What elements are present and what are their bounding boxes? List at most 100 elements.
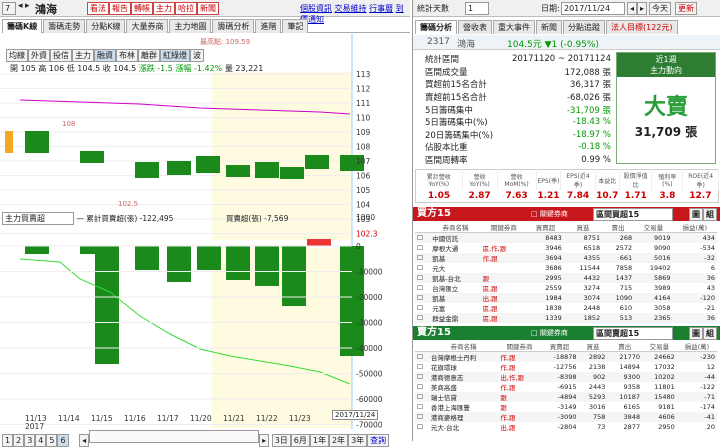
tab-events[interactable]: 重大事件 bbox=[493, 20, 535, 34]
sell-group-button[interactable]: 組 bbox=[703, 327, 717, 340]
broker-row[interactable]: ☐ 元大-台北 出,跟 -2804 73 2877 2950 20 bbox=[415, 422, 717, 432]
vol-bar bbox=[95, 246, 119, 364]
x-cursor-label: 2017/11/24 bbox=[332, 410, 379, 420]
x-tick: 11/17 bbox=[157, 414, 179, 423]
broker-row[interactable]: ☐ 港商德意志 出,作,跟 -8398 902 9300 10202 -44 bbox=[415, 372, 717, 382]
tab-branch-track[interactable]: 分點追蹤 bbox=[563, 20, 605, 34]
right-topbar: 統計天數 1 日期: 2017/11/24 ◂ ▸ 今天 更新 bbox=[413, 0, 720, 17]
row-checkbox[interactable]: ☐ bbox=[415, 313, 431, 323]
broker-row[interactable]: ☐ 凱基-台北跟 2995 4432 1437 5869 36 bbox=[415, 273, 717, 283]
legend-cumulative: — 累計買賣超(張) -122,495 bbox=[76, 214, 174, 223]
broker-row[interactable]: ☐ 凱基 出,跟 1984 3074 1090 4164 -120 bbox=[415, 293, 717, 303]
broker-row[interactable]: ☐ 香港上海匯豐跟 -3149 3016 6165 9181 -174 bbox=[415, 402, 717, 412]
row-checkbox[interactable]: ☐ bbox=[415, 412, 429, 422]
row-checkbox[interactable]: ☐ bbox=[415, 382, 429, 392]
broker-row[interactable]: ☐ 中國信託 8483 8751 268 9019 434 bbox=[415, 232, 717, 243]
nav-next-icon[interactable]: ▸ bbox=[25, 1, 30, 11]
tab-news[interactable]: 新聞 bbox=[536, 20, 562, 34]
stock-code-input[interactable]: 7 bbox=[2, 2, 16, 15]
date-input[interactable]: 2017/11/24 bbox=[561, 2, 625, 15]
main-force-button[interactable]: 主力 bbox=[153, 2, 175, 15]
high-price-mark: 108 bbox=[62, 120, 75, 128]
nav-prev-icon[interactable]: ◂ bbox=[18, 1, 23, 11]
candle bbox=[280, 167, 304, 179]
vol-bar bbox=[167, 246, 191, 282]
row-checkbox[interactable]: ☐ bbox=[415, 422, 429, 432]
stats-table: 統計區間 20171120 ~ 20171124 區間成交量 172,088 張買超前… bbox=[423, 53, 613, 166]
scrollbar[interactable] bbox=[89, 430, 260, 443]
trade-link[interactable]: 交易維持 bbox=[335, 4, 367, 13]
stat-row: 5日籌碼集中 -31,709 張 bbox=[423, 103, 613, 116]
tab-chip-trend[interactable]: 籌碼走勢 bbox=[43, 19, 86, 33]
broker-row[interactable]: ☐ 花旗環球 作,跟 -12756 2138 14894 17032 12 bbox=[415, 362, 717, 372]
report-button[interactable]: 報告 bbox=[109, 2, 131, 15]
broker-row[interactable]: ☐ 元富 區,跟 1838 2448 610 3058 -21 bbox=[415, 303, 717, 313]
broker-row[interactable]: ☐ 凱基 作,跟 3694 4355 661 5016 -32 bbox=[415, 253, 717, 263]
sell-chart-button[interactable]: 圖 bbox=[689, 327, 703, 340]
tab-big-broker[interactable]: 大量券商 bbox=[126, 19, 169, 33]
row-checkbox[interactable]: ☐ bbox=[415, 303, 430, 313]
vol-bar bbox=[255, 246, 279, 286]
tab-chip[interactable]: 籌碼分析 bbox=[415, 20, 457, 34]
sell-table: 券商名稱 關鍵券商 買賣超 買進 賣出 交易量 損益(萬) ☐ 台灣摩根士丹利 作,跟 -18878… bbox=[415, 341, 717, 432]
summary-mode: 主力動向 bbox=[650, 66, 682, 75]
vol-tick: -50000 bbox=[356, 370, 383, 379]
news-button[interactable]: 新聞 bbox=[197, 2, 219, 15]
tab-target[interactable]: 法人目標(122元) bbox=[606, 20, 678, 34]
refresh-button[interactable]: 更新 bbox=[675, 2, 697, 15]
tab-notes[interactable]: 筆記 bbox=[282, 19, 309, 33]
buy-select[interactable]: 區間買超15 bbox=[593, 208, 673, 221]
prev-date-icon[interactable]: ◂ bbox=[627, 2, 638, 15]
transfer-button[interactable]: 轉帳 bbox=[131, 2, 153, 15]
row-checkbox[interactable]: ☐ bbox=[415, 283, 430, 293]
row-checkbox[interactable]: ☐ bbox=[415, 243, 430, 253]
buy-header: 買方15 □ 關鍵券商 區間買超15 圖 組 bbox=[413, 207, 720, 221]
main-chart: 最高點: 109.59 108 102.5 113 112 111 110 109 108… bbox=[0, 34, 383, 430]
tab-main-map[interactable]: 主力地圖 bbox=[169, 19, 212, 33]
row-checkbox[interactable]: ☐ bbox=[415, 362, 429, 372]
chat-button[interactable]: 哈拉 bbox=[175, 2, 197, 15]
buy-group-button[interactable]: 組 bbox=[703, 208, 717, 221]
next-date-icon[interactable]: ▸ bbox=[637, 2, 648, 15]
broker-row[interactable]: ☐ 港商麥格理 作,跟 -3090 758 3848 4606 -41 bbox=[415, 412, 717, 422]
today-button[interactable]: 今天 bbox=[649, 2, 671, 15]
broker-row[interactable]: ☐ 瑞士信貸跟 -4894 5293 10187 15480 -71 bbox=[415, 392, 717, 402]
row-checkbox[interactable]: ☐ bbox=[415, 263, 430, 273]
buy-filter[interactable]: □ 關鍵券商 bbox=[531, 207, 568, 221]
broker-row[interactable]: ☐ 台灣摩根士丹利 作,跟 -18878 2892 21770 24662 -230 bbox=[415, 351, 717, 362]
stock-info-link[interactable]: 個股資訊 bbox=[300, 4, 332, 13]
candle bbox=[196, 156, 220, 173]
row-checkbox[interactable]: ☐ bbox=[415, 232, 431, 243]
broker-row[interactable]: ☐ 群益金鼎 區,跟 1339 1852 513 2365 36 bbox=[415, 313, 717, 323]
calendar-link[interactable]: 行事曆 bbox=[369, 4, 393, 13]
broker-row[interactable]: ☐ 元大 3686 11544 7858 19402 6 bbox=[415, 263, 717, 273]
price-tick: 105 bbox=[356, 186, 371, 195]
view-button[interactable]: 看法 bbox=[87, 2, 109, 15]
price-tick: 108 bbox=[356, 143, 371, 152]
tab-revenue[interactable]: 營收表 bbox=[458, 20, 492, 34]
tab-chip-kline[interactable]: 籌碼K線 bbox=[2, 19, 43, 33]
row-checkbox[interactable]: ☐ bbox=[415, 273, 431, 283]
tab-branch-kline[interactable]: 分點K線 bbox=[86, 19, 126, 33]
vol-bar bbox=[197, 246, 221, 270]
row-checkbox[interactable]: ☐ bbox=[415, 351, 429, 362]
stat-days-select[interactable]: 1 bbox=[465, 2, 489, 15]
broker-row[interactable]: ☐ 美商高盛 作,跟 -6915 2443 9358 11801 -122 bbox=[415, 382, 717, 392]
price-tick: 107 bbox=[356, 157, 371, 166]
row-checkbox[interactable]: ☐ bbox=[415, 372, 429, 382]
row-checkbox[interactable]: ☐ bbox=[415, 293, 431, 303]
sell-filter[interactable]: □ 關鍵券商 bbox=[531, 326, 568, 340]
stat-row: 佔股本比重 -0.18 % bbox=[425, 142, 611, 154]
sell-select[interactable]: 區間賣超15 bbox=[593, 327, 673, 340]
indicator-select[interactable]: 主力買賣超 bbox=[2, 212, 74, 225]
row-checkbox[interactable]: ☐ bbox=[415, 402, 429, 412]
row-checkbox[interactable]: ☐ bbox=[415, 253, 431, 263]
broker-row[interactable]: ☐ 摩根大通 區,作,跟 3946 6518 2572 9090 -534 bbox=[415, 243, 717, 253]
buy-table: 券商名稱 關鍵券商 買賣超 買進 賣出 交易量 損益(萬) ☐ 中國信託 8483 8751 268 9… bbox=[415, 222, 717, 323]
buy-chart-button[interactable]: 圖 bbox=[689, 208, 703, 221]
broker-row[interactable]: ☐ 台灣匯立 區,跟 2559 3274 715 3989 43 bbox=[415, 283, 717, 293]
row-checkbox[interactable]: ☐ bbox=[415, 392, 429, 402]
tab-advanced[interactable]: 進階 bbox=[255, 19, 282, 33]
tab-chip-analysis[interactable]: 籌碼分析 bbox=[212, 19, 255, 33]
left-tabs: 籌碼K線 籌碼走勢 分點K線 大量券商 主力地圖 籌碼分析 進階 筆記 bbox=[2, 19, 410, 33]
